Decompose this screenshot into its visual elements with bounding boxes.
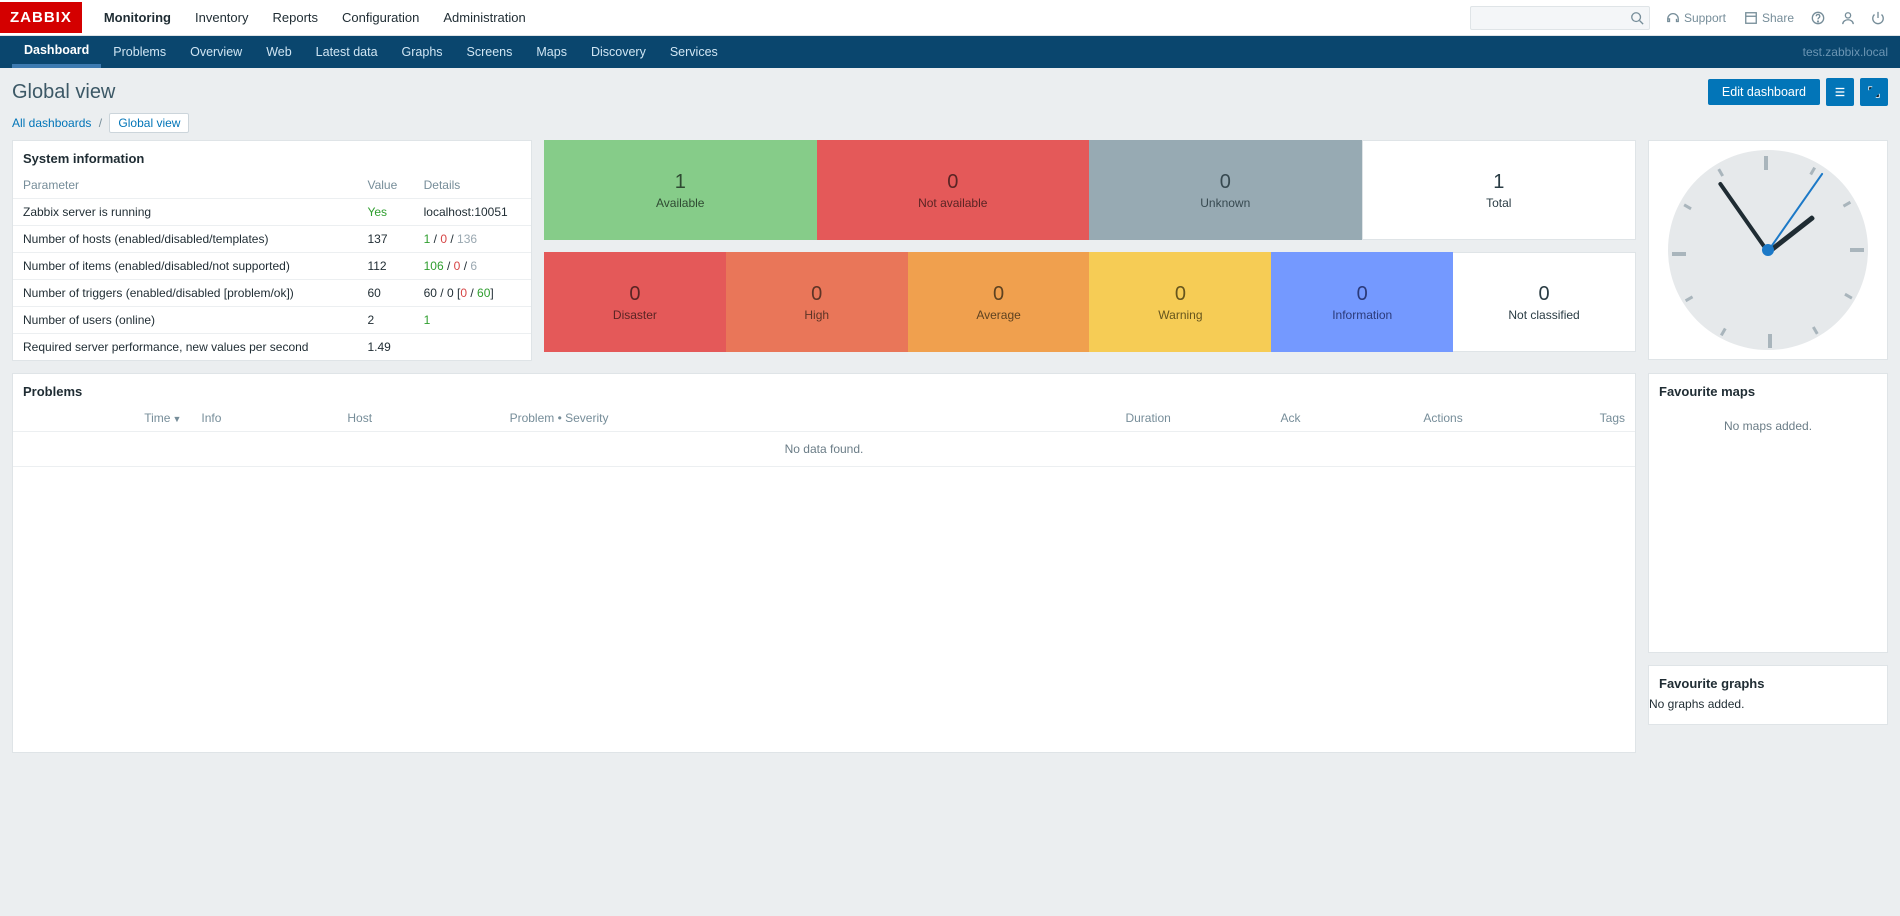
sysinfo-row: Number of users (online)21 bbox=[13, 307, 531, 334]
widget-system-information: System information ParameterValueDetails… bbox=[12, 140, 532, 361]
edit-dashboard-button[interactable]: Edit dashboard bbox=[1708, 79, 1820, 105]
page-header: Global view Edit dashboard bbox=[0, 68, 1900, 112]
user-icon bbox=[1841, 11, 1855, 25]
widget-problems: Problems Time▼InfoHostProblem • Severity… bbox=[12, 373, 1636, 753]
subnav-latest-data[interactable]: Latest data bbox=[304, 36, 390, 68]
fav-maps-empty: No maps added. bbox=[1649, 405, 1887, 447]
tile-available[interactable]: 1Available bbox=[544, 140, 817, 240]
sysinfo-row: Number of triggers (enabled/disabled [pr… bbox=[13, 280, 531, 307]
topnav-reports[interactable]: Reports bbox=[260, 0, 330, 36]
headset-icon bbox=[1666, 11, 1680, 25]
subnav-graphs[interactable]: Graphs bbox=[390, 36, 455, 68]
share-link[interactable]: Share bbox=[1736, 0, 1802, 36]
sub-nav: DashboardProblemsOverviewWebLatest dataG… bbox=[12, 36, 730, 68]
fullscreen-button[interactable] bbox=[1860, 78, 1888, 106]
subnav-discovery[interactable]: Discovery bbox=[579, 36, 658, 68]
sysinfo-table: ParameterValueDetails Zabbix server is r… bbox=[13, 172, 531, 360]
problems-col-time[interactable]: Time▼ bbox=[13, 405, 191, 432]
top-actions: Support Share bbox=[1470, 0, 1892, 36]
tile-not-available[interactable]: 0Not available bbox=[817, 140, 1090, 240]
tile-information[interactable]: 0Information bbox=[1271, 252, 1453, 352]
tile-disaster[interactable]: 0Disaster bbox=[544, 252, 726, 352]
brand-logo[interactable]: ZABBIX bbox=[0, 2, 82, 33]
top-bar: ZABBIX MonitoringInventoryReportsConfigu… bbox=[0, 0, 1900, 36]
topnav-configuration[interactable]: Configuration bbox=[330, 0, 431, 36]
sysinfo-row: Required server performance, new values … bbox=[13, 334, 531, 361]
problems-col-problem[interactable]: Problem • Severity bbox=[500, 405, 987, 432]
subnav-overview[interactable]: Overview bbox=[178, 36, 254, 68]
col-parameter: Parameter bbox=[13, 172, 357, 199]
crumb-all-dashboards[interactable]: All dashboards bbox=[12, 116, 91, 130]
clock-face bbox=[1668, 150, 1868, 350]
dashboard-menu-button[interactable] bbox=[1826, 78, 1854, 106]
widget-title: Problems bbox=[13, 374, 1635, 405]
severity-tiles: 0Disaster0High0Average0Warning0Informati… bbox=[544, 252, 1636, 352]
help-button[interactable] bbox=[1804, 0, 1832, 36]
clock-second-hand bbox=[1767, 173, 1823, 252]
tile-unknown[interactable]: 0Unknown bbox=[1089, 140, 1362, 240]
col-details: Details bbox=[414, 172, 531, 199]
widget-favourite-graphs: Favourite graphs No graphs added. bbox=[1648, 665, 1888, 725]
problems-col-duration[interactable]: Duration bbox=[986, 405, 1181, 432]
topnav-inventory[interactable]: Inventory bbox=[183, 0, 260, 36]
problems-col-actions[interactable]: Actions bbox=[1311, 405, 1473, 432]
problems-col-host[interactable]: Host bbox=[337, 405, 499, 432]
tile-average[interactable]: 0Average bbox=[908, 252, 1090, 352]
problems-col-tags[interactable]: Tags bbox=[1473, 405, 1635, 432]
search-input[interactable] bbox=[1470, 6, 1650, 30]
problems-col-ack[interactable]: Ack bbox=[1181, 405, 1311, 432]
logout-button[interactable] bbox=[1864, 0, 1892, 36]
tile-not-classified[interactable]: 0Not classified bbox=[1453, 252, 1636, 352]
breadcrumbs: All dashboards / Global view bbox=[0, 112, 1900, 140]
problems-nodata: No data found. bbox=[13, 432, 1635, 467]
col-value: Value bbox=[357, 172, 413, 199]
sub-nav-bar: DashboardProblemsOverviewWebLatest dataG… bbox=[0, 36, 1900, 68]
fav-graphs-empty: No graphs added. bbox=[1649, 697, 1887, 711]
status-tiles: 1Available0Not available0Unknown1Total 0… bbox=[544, 140, 1636, 352]
topnav-monitoring[interactable]: Monitoring bbox=[92, 0, 183, 36]
user-button[interactable] bbox=[1834, 0, 1862, 36]
sysinfo-row: Number of items (enabled/disabled/not su… bbox=[13, 253, 531, 280]
widget-title: System information bbox=[13, 141, 531, 172]
sysinfo-row: Zabbix server is runningYeslocalhost:100… bbox=[13, 199, 531, 226]
dashboard-row-1: System information ParameterValueDetails… bbox=[0, 140, 1900, 373]
share-icon bbox=[1744, 11, 1758, 25]
host-label: test.zabbix.local bbox=[1803, 45, 1888, 59]
problems-col-info[interactable]: Info bbox=[191, 405, 337, 432]
sysinfo-row: Number of hosts (enabled/disabled/templa… bbox=[13, 226, 531, 253]
power-icon bbox=[1871, 11, 1885, 25]
topnav-administration[interactable]: Administration bbox=[431, 0, 537, 36]
support-link[interactable]: Support bbox=[1658, 0, 1734, 36]
subnav-maps[interactable]: Maps bbox=[524, 36, 579, 68]
help-icon bbox=[1811, 11, 1825, 25]
subnav-screens[interactable]: Screens bbox=[455, 36, 525, 68]
clock-hub bbox=[1762, 244, 1774, 256]
widget-title: Favourite maps bbox=[1649, 374, 1887, 405]
top-nav: MonitoringInventoryReportsConfigurationA… bbox=[92, 0, 538, 36]
host-availability-tiles: 1Available0Not available0Unknown1Total bbox=[544, 140, 1636, 240]
subnav-services[interactable]: Services bbox=[658, 36, 730, 68]
tile-warning[interactable]: 0Warning bbox=[1089, 252, 1271, 352]
dashboard-row-2: Problems Time▼InfoHostProblem • Severity… bbox=[0, 373, 1900, 765]
menu-icon bbox=[1833, 85, 1847, 99]
widget-title: Favourite graphs bbox=[1649, 666, 1887, 697]
tile-total[interactable]: 1Total bbox=[1362, 140, 1637, 240]
page-title: Global view bbox=[12, 81, 115, 104]
widget-clock bbox=[1648, 140, 1888, 360]
subnav-dashboard[interactable]: Dashboard bbox=[12, 36, 101, 68]
widget-favourite-maps: Favourite maps No maps added. bbox=[1648, 373, 1888, 653]
crumb-current[interactable]: Global view bbox=[109, 113, 189, 133]
fullscreen-icon bbox=[1867, 85, 1881, 99]
clock-minute-hand bbox=[1718, 181, 1770, 253]
tile-high[interactable]: 0High bbox=[726, 252, 908, 352]
search-icon bbox=[1630, 11, 1644, 25]
subnav-web[interactable]: Web bbox=[254, 36, 303, 68]
